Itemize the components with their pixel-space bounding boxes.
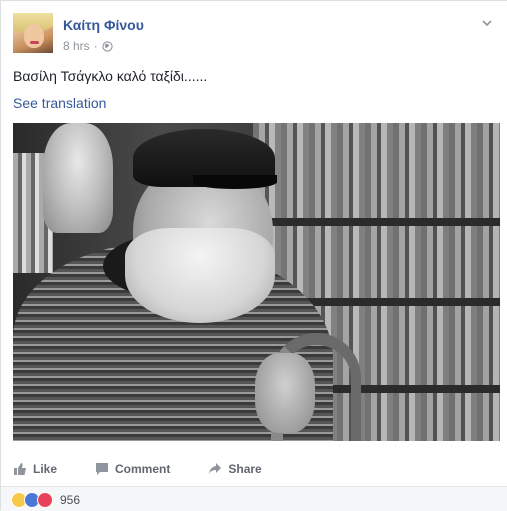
avatar-face bbox=[24, 24, 44, 48]
privacy-globe-icon[interactable] bbox=[102, 40, 113, 52]
love-reaction-icon bbox=[37, 492, 53, 508]
author-avatar[interactable] bbox=[13, 13, 53, 53]
post-card: Καίτη Φίνου 8 hrs · Βασίλη Τσάγκλο καλό … bbox=[0, 0, 507, 511]
share-icon bbox=[209, 463, 222, 474]
comment-icon bbox=[96, 463, 109, 475]
post-photo[interactable] bbox=[13, 123, 500, 441]
like-button[interactable]: Like bbox=[13, 462, 57, 476]
like-icon bbox=[14, 463, 26, 475]
options-chevron-icon[interactable] bbox=[481, 17, 493, 29]
avatar-lips bbox=[30, 41, 39, 44]
like-label: Like bbox=[33, 462, 58, 476]
post-header: Καίτη Φίνου 8 hrs · bbox=[13, 13, 493, 57]
photo-shelf-board bbox=[253, 218, 500, 226]
author-name[interactable]: Καίτη Φίνου bbox=[63, 17, 144, 33]
post-actions: Like Comment Share bbox=[13, 457, 493, 481]
photo-beard bbox=[125, 228, 275, 323]
photo-cap-brim bbox=[193, 175, 277, 189]
see-translation-link[interactable]: See translation bbox=[13, 95, 106, 111]
reactions-summary[interactable]: 956 bbox=[11, 492, 80, 508]
post-time[interactable]: 8 hrs bbox=[63, 39, 90, 53]
reaction-count[interactable]: 956 bbox=[60, 493, 80, 507]
photo-hand bbox=[255, 353, 315, 433]
share-button[interactable]: Share bbox=[208, 462, 262, 476]
photo-bust bbox=[43, 123, 113, 233]
reactions-bar: 956 bbox=[1, 486, 507, 511]
comment-label: Comment bbox=[115, 462, 171, 476]
meta-separator: · bbox=[93, 39, 98, 53]
post-text: Βασίλη Τσάγκλο καλό ταξίδι...... bbox=[13, 68, 208, 84]
comment-button[interactable]: Comment bbox=[95, 462, 170, 476]
post-meta: 8 hrs · bbox=[63, 39, 113, 53]
share-label: Share bbox=[228, 462, 262, 476]
